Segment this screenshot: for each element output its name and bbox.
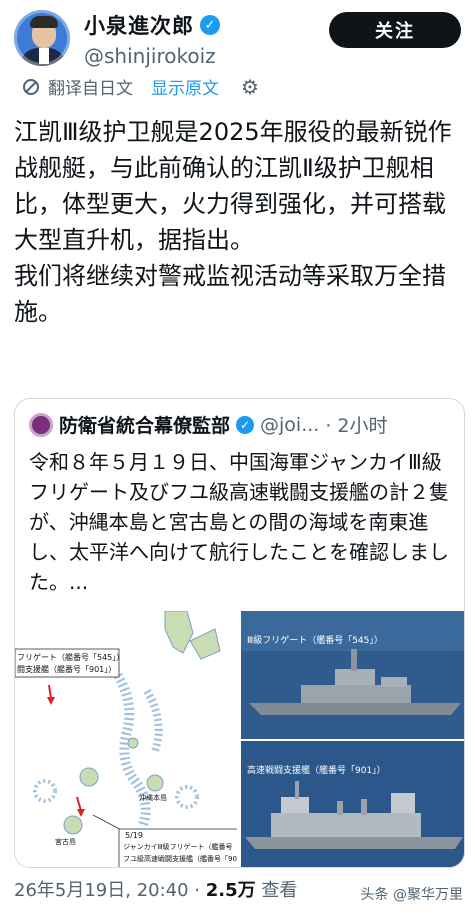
translate-icon [23, 78, 39, 95]
map-label-frigate: フリゲート（艦番号「545」） [17, 653, 125, 662]
support-ship-photo[interactable]: 高速戦闘支援艦（艦番号「901」） [241, 741, 464, 867]
map-drawing [15, 611, 237, 867]
views-label: 查看 [255, 880, 298, 901]
support-ship-drawing [241, 741, 464, 867]
display-name[interactable]: 小泉進次郎 [84, 10, 194, 40]
quote-display-name[interactable]: 防衛省統合幕僚監部 [59, 411, 230, 438]
quote-verified-badge-icon: ✓ [236, 415, 255, 434]
gear-icon[interactable]: ⚙ [241, 75, 259, 99]
view-count[interactable]: 2.5万 [206, 880, 256, 901]
user-handle[interactable]: @shinjirokoiz [84, 44, 220, 68]
avatar-ring [14, 10, 70, 66]
source-watermark: 头条 @聚华万里 [360, 887, 463, 903]
show-original-link[interactable]: 显示原文 [151, 74, 219, 99]
quote-timestamp: · 2小时 [325, 415, 388, 437]
support-ship-caption: 高速戦闘支援艦（艦番号「901」） [247, 766, 386, 776]
quote-header: 防衛省統合幕僚監部 ✓ @joi... · 2小时 [29, 411, 388, 438]
quoted-tweet-card[interactable]: 防衛省統合幕僚監部 ✓ @joi... · 2小时 令和８年５月１９日、中国海軍… [14, 398, 465, 868]
translate-row: 翻译自日文 显示原文 ⚙ [22, 74, 259, 99]
map-place-miyako: 宮古島 [55, 838, 76, 846]
name-block: 小泉進次郎 ✓ @shinjirokoiz [84, 10, 220, 68]
verified-badge-icon: ✓ [200, 15, 220, 35]
map-label-support: 闘支援艦（艦番号「901」） [17, 665, 117, 674]
tweet-meta: 26年5月19日, 20:40 · 2.5万 查看 [14, 876, 297, 902]
avatar[interactable] [14, 10, 70, 66]
quote-media-grid: フリゲート（艦番号「545」） 闘支援艦（艦番号「901」） 5/19 ジャンカ… [15, 611, 464, 867]
tweet-header: 小泉進次郎 ✓ @shinjirokoiz 关注 [14, 8, 461, 68]
tweet-date: 26年5月19日, 20:40 · [14, 880, 206, 901]
map-label-date: 5/19 [125, 831, 143, 840]
map-place-okinawa: 沖縄本島 [139, 794, 167, 802]
follow-button[interactable]: 关注 [329, 12, 461, 48]
frigate-caption: Ⅲ級フリゲート（艦番号「545」） [247, 636, 383, 646]
quote-handle[interactable]: @joi... [260, 414, 319, 436]
frigate-photo[interactable]: Ⅲ級フリゲート（艦番号「545」） [241, 611, 464, 739]
translated-label: 翻译自日文 [48, 79, 133, 99]
quote-text: 令和８年５月１９日、中国海軍ジャンカイⅢ級フリゲート及びフユ級高速戦闘支援艦の計… [29, 450, 449, 594]
name-row: 小泉進次郎 ✓ [84, 10, 220, 40]
route-map-image[interactable]: フリゲート（艦番号「545」） 闘支援艦（艦番号「901」） 5/19 ジャンカ… [15, 611, 239, 867]
frigate-drawing [241, 611, 464, 739]
map-label-jiangkai: ジャンカイⅢ級フリゲート（艦番号「54 [123, 843, 239, 851]
map-label-fuyu: フユ級高速戦闘支援艦（艦番号「901」） [123, 855, 239, 863]
quote-avatar[interactable] [29, 412, 53, 437]
tweet-text: 江凯Ⅲ级护卫舰是2025年服役的最新锐作战舰艇，与此前确认的江凯Ⅱ级护卫舰相比，… [14, 118, 452, 326]
